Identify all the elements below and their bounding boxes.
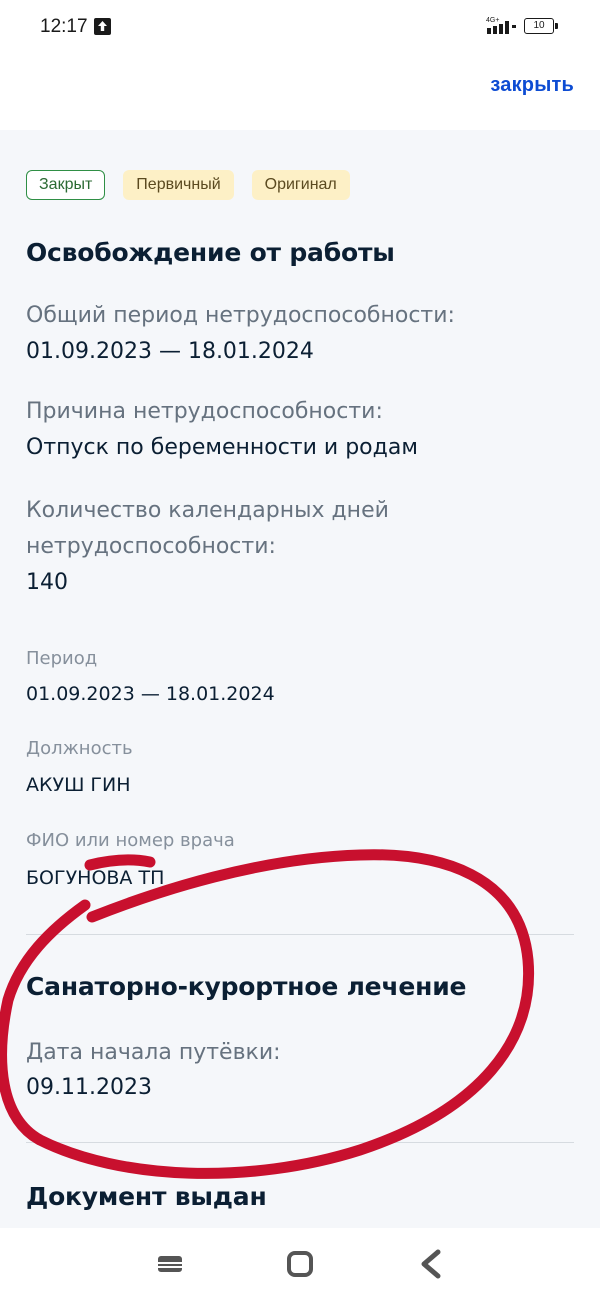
period-value: 01.09.2023 — 18.01.2024 — [26, 683, 275, 705]
doctor-value: БОГУНОВА ТП — [26, 867, 165, 889]
signal-icon: 4G+ — [486, 16, 520, 36]
status-badge-primary: Первичный — [123, 170, 234, 200]
days-label-line1: Количество календарных дней — [26, 498, 389, 523]
position-label: Должность — [26, 738, 133, 759]
total-period-label: Общий период нетрудоспособности: — [26, 303, 455, 328]
position-value: АКУШ ГИН — [26, 774, 131, 796]
total-period-value: 01.09.2023 — 18.01.2024 — [26, 339, 314, 364]
header: закрыть — [0, 56, 600, 130]
section-title-sanatorium: Санаторно-курортное лечение — [26, 972, 467, 1001]
status-badge-original: Оригинал — [251, 170, 350, 200]
recent-apps-icon[interactable] — [150, 1244, 190, 1284]
status-badge-closed: Закрыт — [26, 170, 106, 200]
section-title-issued: Документ выдан — [26, 1182, 267, 1211]
reason-label: Причина нетрудоспособности: — [26, 399, 383, 424]
battery-icon: 10 — [524, 18, 558, 34]
close-button[interactable]: закрыть — [490, 74, 574, 97]
battery-level: 10 — [524, 18, 554, 34]
status-time: 12:17 — [40, 16, 88, 37]
status-bar: 12:17 4G+ 10 — [0, 0, 600, 56]
status-badges: Закрыт Первичный Оригинал — [26, 170, 350, 200]
days-value: 140 — [26, 570, 68, 595]
upload-notification-icon — [94, 18, 111, 35]
document-content: Закрыт Первичный Оригинал Освобождение о… — [0, 130, 600, 1228]
network-type-label: 4G+ — [486, 17, 499, 24]
back-icon[interactable] — [412, 1244, 452, 1284]
home-icon[interactable] — [280, 1244, 320, 1284]
voucher-start-date-value: 09.11.2023 — [26, 1075, 152, 1100]
divider — [26, 934, 574, 935]
doctor-label: ФИО или номер врача — [26, 830, 235, 851]
system-navigation-bar — [0, 1228, 600, 1299]
section-title-work-release: Освобождение от работы — [26, 238, 395, 267]
reason-value: Отпуск по беременности и родам — [26, 435, 418, 460]
period-label: Период — [26, 648, 98, 669]
days-label-line2: нетрудоспособности: — [26, 534, 276, 559]
divider — [26, 1142, 574, 1143]
voucher-start-date-label: Дата начала путёвки: — [26, 1040, 281, 1065]
